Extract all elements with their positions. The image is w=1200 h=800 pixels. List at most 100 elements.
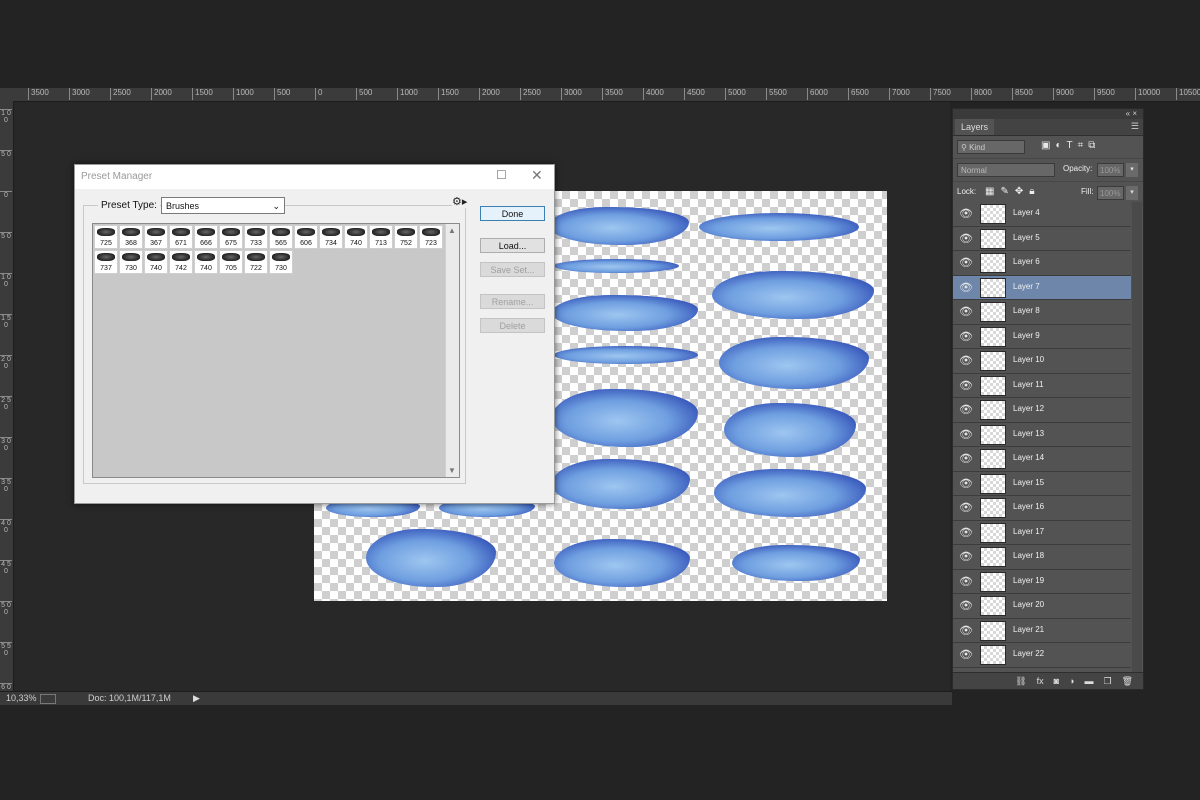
layer-row[interactable]: 👁︎ Layer 12 [953,398,1131,423]
adjustment-icon[interactable]: ◑ [1069,676,1074,686]
brush-preset[interactable]: 733 [244,225,268,249]
brush-preset[interactable]: 666 [194,225,218,249]
layer-thumbnail[interactable] [980,204,1006,224]
link-icon[interactable]: ⛓ [1015,676,1026,686]
layer-name[interactable]: Layer 9 [1013,331,1040,340]
close-icon[interactable]: ✕ [531,167,543,184]
layer-row[interactable]: 👁︎ Layer 4 [953,202,1131,227]
layer-row[interactable]: 👁︎ Layer 19 [953,569,1131,594]
layer-thumbnail[interactable] [980,547,1006,567]
panel-collapse-bar[interactable]: « × [953,109,1143,119]
brush-preset[interactable]: 675 [219,225,243,249]
layer-row[interactable]: 👁︎ Layer 15 [953,471,1131,496]
gear-icon[interactable]: ⚙▸ [452,195,468,208]
layer-row[interactable]: 👁︎ Layer 22 [953,643,1131,668]
layer-thumbnail[interactable] [980,473,1006,494]
brush-preset[interactable]: 368 [119,225,143,249]
brush-preset[interactable]: 730 [119,250,143,274]
opacity-input[interactable]: 100% [1097,163,1124,177]
visibility-eye-icon[interactable]: 👁︎ [959,207,973,220]
mask-icon[interactable]: ◙ [1054,676,1059,686]
visibility-eye-icon[interactable]: 👁︎ [959,354,973,367]
layer-name[interactable]: Layer 17 [1013,527,1044,536]
visibility-eye-icon[interactable]: 👁︎ [959,526,973,539]
layer-thumbnail[interactable] [980,498,1006,518]
brush-preset[interactable]: 737 [94,250,118,274]
layer-name[interactable]: Layer 16 [1013,502,1044,511]
layer-thumbnail[interactable] [980,302,1006,322]
save-set-button[interactable]: Save Set... [480,262,545,277]
layer-thumbnail[interactable] [980,596,1006,616]
brush-preset[interactable]: 722 [244,250,268,274]
visibility-eye-icon[interactable]: 👁︎ [959,379,973,392]
layer-row[interactable]: 👁︎ Layer 18 [953,545,1131,570]
brush-preset[interactable]: 713 [369,225,393,249]
layer-name[interactable]: Layer 5 [1013,233,1040,242]
layer-thumbnail[interactable] [980,400,1006,420]
layer-row[interactable]: 👁︎ Layer 21 [953,618,1131,643]
brush-preset[interactable]: 734 [319,225,343,249]
brush-preset[interactable]: 740 [144,250,168,274]
panel-menu-icon[interactable]: ☰ [1131,121,1139,132]
visibility-eye-icon[interactable]: 👁︎ [959,477,973,490]
scroll-down-icon[interactable]: ▼ [448,466,456,475]
layer-thumbnail[interactable] [980,253,1006,273]
layer-name[interactable]: Layer 4 [1013,208,1040,217]
adjustment-filter-icon[interactable]: ◐ [1055,140,1066,151]
layer-row[interactable]: 👁︎ Layer 13 [953,422,1131,447]
brush-preset[interactable]: 752 [394,225,418,249]
visibility-eye-icon[interactable]: 👁︎ [959,256,973,269]
visibility-eye-icon[interactable]: 👁︎ [959,452,973,465]
brush-preset[interactable]: 740 [344,225,368,249]
play-arrow-icon[interactable]: ▶ [193,692,200,705]
preset-scrollbar[interactable]: ▲ ▼ [445,224,459,477]
brush-preset[interactable]: 725 [94,225,118,249]
kind-filter-select[interactable]: ⚲ Kind [957,140,1025,154]
lock-all-icon[interactable]: 🔒︎ [1029,186,1040,197]
brush-preset[interactable]: 565 [269,225,293,249]
load-button[interactable]: Load... [480,238,545,253]
lock-icons[interactable]: ▦✎✥🔒︎ [985,186,1041,197]
new-layer-icon[interactable]: ❐ [1103,676,1111,686]
ruler-vertical[interactable]: 1 0 0 5 0 0 5 0 1 0 0 1 5 0 2 0 0 2 5 0 3 0 0 3 5… [0,101,14,691]
layer-name[interactable]: Layer 11 [1013,380,1044,389]
layer-row[interactable]: 👁︎ Layer 17 [953,520,1131,545]
layer-thumbnail[interactable] [980,645,1006,665]
fx-icon[interactable]: fx [1037,676,1044,686]
brush-preset[interactable]: 705 [219,250,243,274]
layers-scrollbar[interactable] [1132,202,1142,672]
visibility-eye-icon[interactable]: 👁︎ [959,281,973,294]
smart-object-filter-icon[interactable]: ⧉ [1088,140,1100,151]
maximize-icon[interactable]: ☐ [496,168,507,182]
brush-preset[interactable]: 671 [169,225,193,249]
visibility-eye-icon[interactable]: 👁︎ [959,599,973,612]
layer-thumbnail[interactable] [980,228,1006,249]
brush-preset[interactable]: 367 [144,225,168,249]
layer-row[interactable]: 👁︎ Layer 10 [953,349,1131,374]
visibility-eye-icon[interactable]: 👁︎ [959,403,973,416]
layer-thumbnail[interactable] [980,351,1006,371]
blend-mode-select[interactable]: Normal [957,163,1055,177]
trash-icon[interactable]: 🗑︎ [1122,676,1133,686]
layer-row[interactable]: 👁︎ Layer 5 [953,226,1131,251]
brush-preset[interactable]: 742 [169,250,193,274]
layer-thumbnail[interactable] [980,522,1006,543]
layer-row[interactable]: 👁︎ Layer 16 [953,496,1131,521]
layer-name[interactable]: Layer 13 [1013,429,1044,438]
collapse-icon[interactable]: « × [1126,109,1137,118]
opacity-dropdown-icon[interactable]: ▾ [1126,163,1138,177]
done-button[interactable]: Done [480,206,545,221]
dialog-titlebar[interactable]: Preset Manager ☐ ✕ [75,165,554,189]
brush-preset[interactable]: 730 [269,250,293,274]
shape-filter-icon[interactable]: ⌗ [1078,140,1089,151]
layer-name[interactable]: Layer 22 [1013,649,1044,658]
brush-preset[interactable]: 723 [419,225,443,249]
fill-input[interactable]: 100% [1097,186,1124,200]
lock-position-icon[interactable]: ✥ [1015,186,1029,197]
zoom-level[interactable]: 10,33% [6,692,37,705]
layer-thumbnail[interactable] [980,326,1006,347]
brush-preset[interactable]: 606 [294,225,318,249]
layer-thumbnail[interactable] [980,449,1006,469]
lock-transparency-icon[interactable]: ▦ [985,186,1000,197]
preset-list[interactable]: 725 368 367 671 666 675 733 565 606 734 740 713 752 7… [92,223,460,478]
